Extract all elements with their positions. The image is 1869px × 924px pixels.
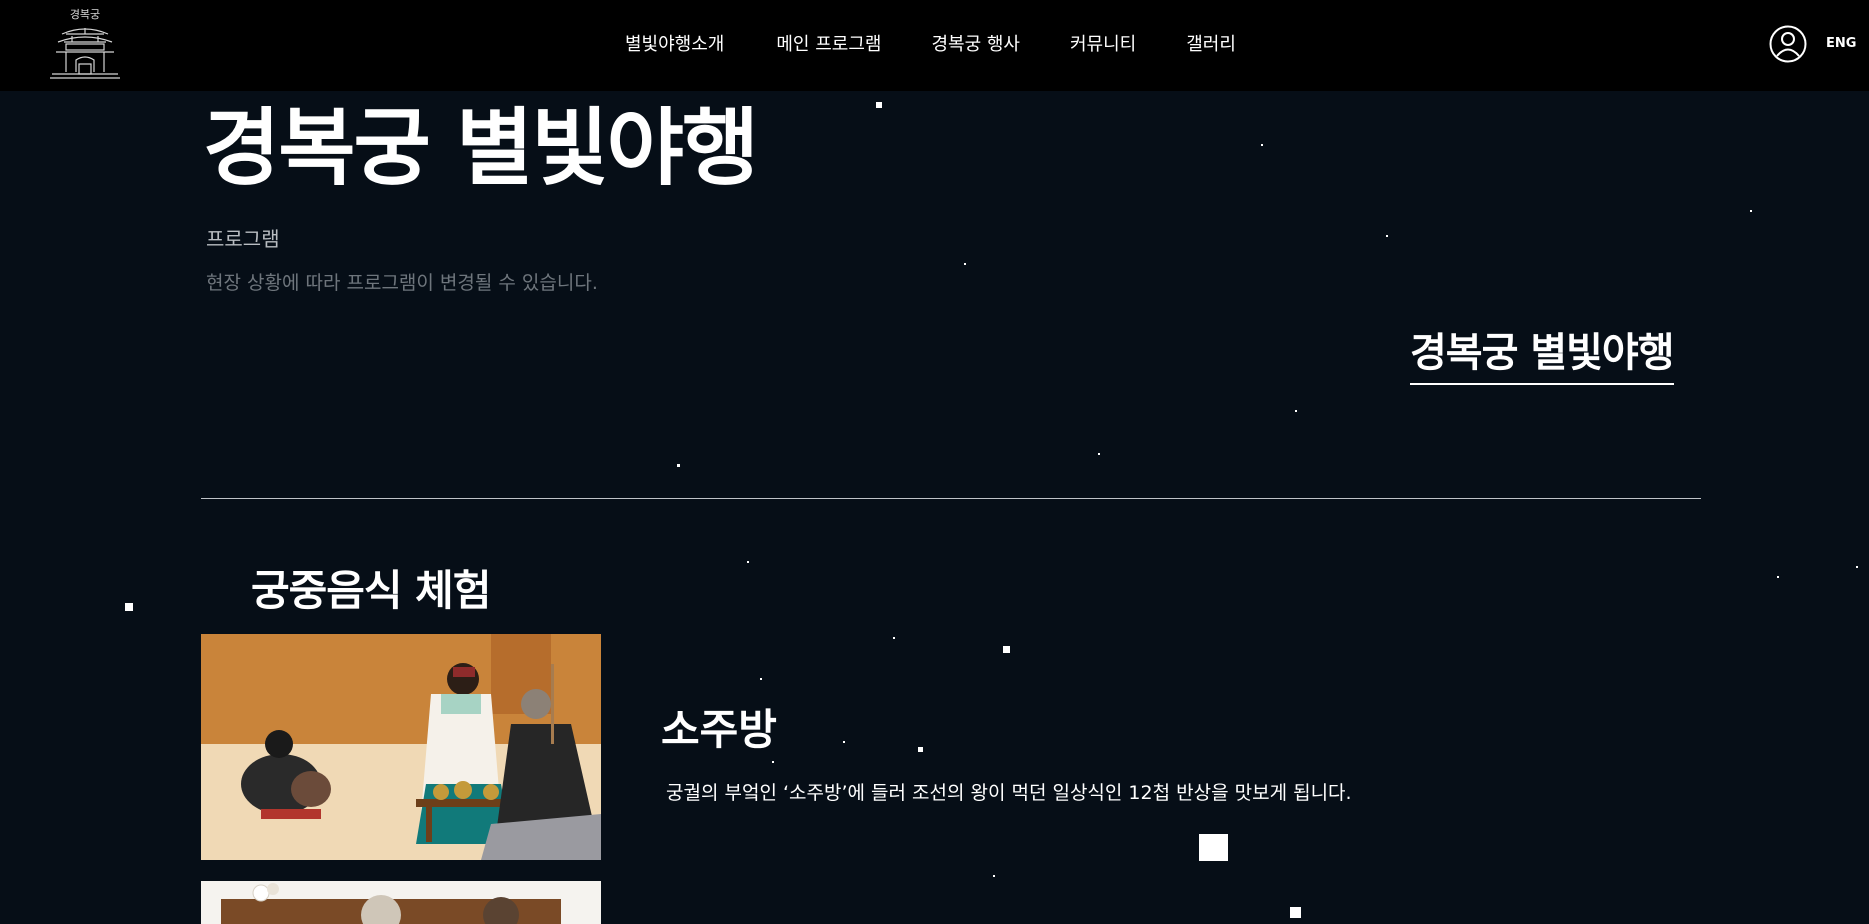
star [964, 263, 966, 265]
gyeongbokgung-logo[interactable]: 경복궁 [48, 8, 122, 82]
program-notice: 현장 상황에 따라 프로그램이 변경될 수 있습니다. [206, 272, 598, 294]
star [1098, 453, 1100, 455]
star [1003, 646, 1010, 653]
nav-item-community[interactable]: 커뮤니티 [1070, 30, 1136, 60]
star [1750, 210, 1752, 212]
nav-item-gallery[interactable]: 갤러리 [1186, 30, 1236, 60]
section-title: 궁중음식 체험 [251, 566, 491, 615]
card-description: 궁궐의 부엌인 ‘소주방’에 들러 조선의 왕이 먹던 일상식인 12첩 반상을… [666, 782, 1352, 804]
nav-item-events[interactable]: 경복궁 행사 [931, 30, 1020, 60]
main-nav: 별빛야행소개 메인 프로그램 경복궁 행사 커뮤니티 갤러리 [625, 30, 1236, 60]
star [1261, 144, 1263, 146]
star [125, 603, 133, 611]
star [1777, 576, 1779, 578]
star [772, 761, 774, 763]
section-link-title[interactable]: 경복궁 별빛야행 [1410, 327, 1675, 385]
nav-item-about[interactable]: 별빛야행소개 [625, 30, 724, 60]
star [893, 637, 895, 639]
nav-item-main-program[interactable]: 메인 프로그램 [776, 30, 881, 60]
card-title: 소주방 [661, 705, 777, 754]
star [760, 678, 762, 680]
royal-food-experience-photo [201, 634, 601, 860]
star [677, 464, 680, 467]
section-divider [201, 498, 1701, 499]
language-toggle[interactable]: ENG [1826, 36, 1856, 51]
star [1386, 235, 1388, 237]
star [1290, 907, 1301, 918]
star [843, 741, 845, 743]
page-subtitle: 프로그램 [206, 227, 280, 251]
star [1295, 410, 1297, 412]
top-header: 경복궁 별빛야행소개 메인 프로그램 경복궁 행사 커뮤니티 갤러리 ENG [0, 0, 1869, 91]
star [993, 875, 995, 877]
photo-illustration [201, 881, 601, 924]
star [1856, 566, 1858, 568]
page-title: 경복궁 별빛야행 [203, 99, 759, 197]
star [747, 561, 749, 563]
user-account-icon[interactable] [1769, 25, 1807, 63]
star [918, 747, 923, 752]
table-setting-photo [201, 881, 601, 924]
photo-illustration [201, 634, 601, 860]
star [1199, 834, 1228, 861]
logo-text: 경복궁 [69, 8, 101, 21]
star [876, 102, 882, 108]
